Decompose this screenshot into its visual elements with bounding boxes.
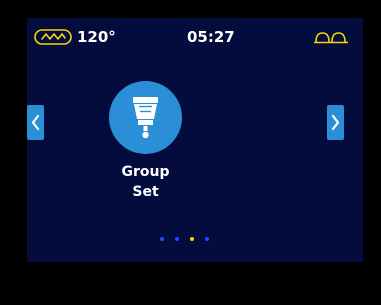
page-dot <box>175 237 179 241</box>
display-screen: 120° 05:27 Group Set <box>27 18 363 262</box>
page-dot <box>205 237 209 241</box>
group-set-button[interactable] <box>109 81 182 154</box>
chevron-right-icon <box>331 114 340 131</box>
menu-item-label: Group Set <box>121 164 170 200</box>
page-indicator <box>160 236 212 244</box>
temperature-readout: 120° <box>77 28 116 46</box>
page-dot <box>160 237 164 241</box>
boiler-wave-icon <box>34 29 72 45</box>
page-dot-active <box>190 237 194 241</box>
double-cup-icon <box>314 32 348 44</box>
device-frame: 120° 05:27 Group Set <box>0 0 381 305</box>
previous-button[interactable] <box>27 105 44 140</box>
next-button[interactable] <box>327 105 344 140</box>
group-head-icon <box>133 97 158 139</box>
clock: 05:27 <box>187 28 235 46</box>
chevron-left-icon <box>31 114 40 131</box>
